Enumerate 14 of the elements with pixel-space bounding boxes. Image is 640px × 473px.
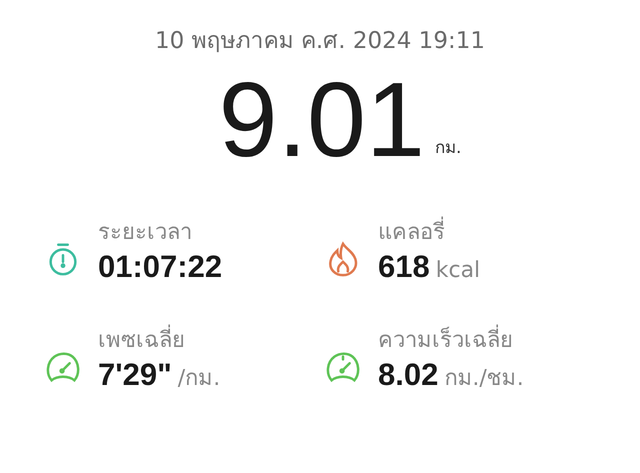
stat-label: แคลอรี่ — [378, 218, 480, 248]
stat-label: ความเร็วเฉลี่ย — [378, 326, 524, 356]
stat-unit: kcal — [436, 258, 480, 283]
stat-unit: กม./ชม. — [444, 365, 524, 393]
stat-label: เพซเฉลี่ย — [98, 326, 220, 356]
stat-value: 618 — [378, 248, 430, 286]
stat-label: ระยะเวลา — [98, 219, 193, 247]
date-time: 10 พฤษภาคม ค.ศ. 2024 19:11 — [154, 27, 486, 56]
stat-value: 7'29" — [98, 356, 172, 394]
distance-value: 9.01 — [218, 70, 425, 170]
stat-value: 01:07:22 — [98, 248, 222, 286]
stat-unit: /กม. — [178, 365, 220, 393]
distance-unit: กม. — [434, 137, 462, 160]
stat-value: 8.02 — [378, 356, 438, 394]
